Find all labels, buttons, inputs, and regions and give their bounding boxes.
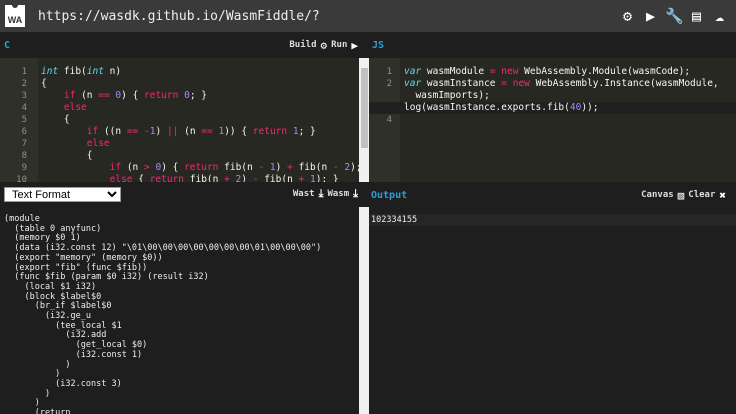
close-icon[interactable]: ✖ bbox=[719, 189, 726, 202]
line-number: 1 bbox=[21, 67, 27, 77]
wat-line: (return bbox=[4, 408, 71, 414]
line-number: 9 bbox=[21, 163, 27, 173]
line-number: 6 bbox=[21, 127, 27, 137]
clear-button[interactable]: Clear bbox=[688, 190, 715, 200]
wat-viewer[interactable]: (module (table 0 anyfunc) (memory $0 1) … bbox=[0, 207, 368, 414]
line-number: 2 bbox=[21, 79, 27, 89]
line-number: 4 bbox=[21, 103, 27, 113]
line-number: 10 bbox=[16, 175, 27, 182]
run-button[interactable]: Run bbox=[331, 40, 347, 50]
c-panel-title: C bbox=[4, 39, 11, 51]
line-number: 3 bbox=[21, 91, 27, 101]
js-panel-header: JS bbox=[368, 32, 736, 58]
line-number: 2 bbox=[386, 79, 392, 89]
image-icon[interactable]: ▨ bbox=[678, 189, 685, 202]
js-editor-scrollbar[interactable] bbox=[360, 58, 369, 182]
line-number bbox=[369, 90, 392, 102]
c-editor[interactable]: 1 2 3 4 5 6 7 8 9 10 int fib(int n){ if (n == 0) … bbox=[0, 58, 368, 182]
fiddle-url: https://wasdk.github.io/WasmFiddle/? bbox=[38, 8, 320, 24]
play-icon[interactable]: ▶ bbox=[642, 7, 659, 25]
output-console[interactable]: 102334155 bbox=[360, 207, 736, 414]
c-panel-header: C Build ⚙ Run ▶ bbox=[0, 32, 368, 58]
wat-line: ) bbox=[4, 388, 51, 399]
wa-logo: WA bbox=[5, 5, 25, 27]
canvas-button[interactable]: Canvas bbox=[641, 190, 674, 200]
play-icon[interactable]: ▶ bbox=[351, 39, 358, 52]
wrench-icon[interactable]: 🔧 bbox=[665, 7, 684, 25]
line-number: 1 bbox=[386, 67, 392, 77]
js-panel-title: JS bbox=[372, 39, 385, 51]
output-text: 102334155 bbox=[371, 215, 418, 225]
gear-icon[interactable]: ⚙ bbox=[320, 39, 327, 52]
build-button[interactable]: Build bbox=[289, 40, 316, 50]
download-icon[interactable]: ⤓ bbox=[353, 187, 358, 201]
line-number: 7 bbox=[21, 139, 27, 149]
output-panel-title: Output bbox=[371, 189, 408, 201]
line-number: 5 bbox=[21, 115, 27, 125]
top-bar: WA https://wasdk.github.io/WasmFiddle/? … bbox=[0, 0, 736, 32]
wast-download-button[interactable]: Wast bbox=[293, 189, 315, 199]
output-panel-header: Output Canvas ▨ Clear ✖ bbox=[368, 182, 736, 208]
book-icon[interactable]: ▤ bbox=[688, 7, 705, 25]
cloud-upload-icon[interactable]: ☁ bbox=[711, 7, 728, 25]
download-icon[interactable]: ⤓ bbox=[319, 187, 324, 201]
wasm-download-button[interactable]: Wasm bbox=[327, 189, 349, 199]
output-format-select[interactable]: Text Format bbox=[4, 187, 121, 202]
line-number: 8 bbox=[21, 151, 27, 161]
wat-line: (i32.const 3) bbox=[4, 378, 122, 389]
gear-icon[interactable]: ⚙ bbox=[619, 7, 636, 25]
line-number: 4 bbox=[386, 115, 392, 125]
js-editor[interactable]: 1234 var wasmModule = new WebAssembly.Mo… bbox=[360, 58, 736, 182]
output-scrollbar[interactable] bbox=[360, 207, 369, 414]
